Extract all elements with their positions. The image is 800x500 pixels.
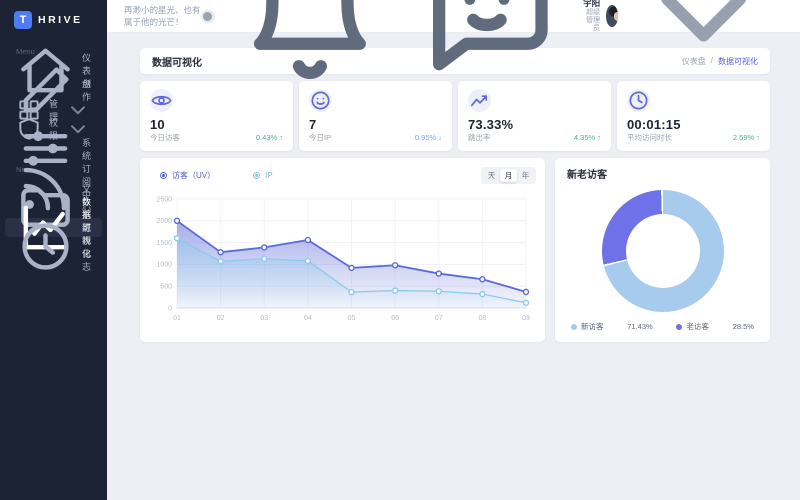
- header-motto: 再渺小的星光、也有属于他的光芒！: [124, 4, 201, 28]
- breadcrumb-parent[interactable]: 仪表盘: [682, 56, 706, 67]
- new-visitors-value: 71.43%: [627, 322, 652, 331]
- stat-label: 平均访问时长: [627, 132, 672, 143]
- user-name: 宇阳: [582, 0, 601, 9]
- svg-text:1000: 1000: [156, 262, 172, 269]
- stat-card-avg-duration: 00:01:15 平均访问时长 2.59% ↑: [617, 81, 770, 151]
- donut-legend: 新访客 71.43% 老访客 28.5%: [567, 321, 758, 335]
- donut-legend-label: 老访客: [686, 321, 709, 332]
- main-content: 数据可视化 仪表盘 / 数据可视化 10 今日访客 0.43% ↑: [107, 33, 800, 500]
- sidebar-item-changelog[interactable]: 更新日志: [5, 237, 102, 257]
- old-visitors-dot: [676, 324, 682, 330]
- breadcrumb-separator: /: [711, 56, 713, 67]
- chat-icon: [405, 0, 569, 100]
- toggle-knob: [203, 12, 212, 21]
- avatar: [606, 5, 618, 27]
- svg-text:04: 04: [304, 315, 312, 322]
- stat-label: 跳出率: [468, 132, 491, 143]
- stat-value: 7: [309, 117, 442, 132]
- sidebar-item-label: 更新日志: [82, 221, 91, 273]
- eye-icon: [150, 89, 173, 112]
- old-visitors-value: 28.5%: [733, 322, 754, 331]
- sidebar-item-label: 系统: [82, 136, 91, 162]
- sidebar: T HRIVE Menu 仪表盘 创作 管理 权限 系统 New: [0, 0, 107, 500]
- stat-value: 10: [150, 117, 283, 132]
- line-chart-legend: 访客（UV） IP: [149, 170, 273, 181]
- bell-icon: [228, 0, 392, 100]
- theme-toggle[interactable]: [201, 10, 215, 23]
- brand-name: HRIVE: [38, 14, 83, 26]
- stat-delta: 0.95% ↓: [415, 133, 442, 142]
- uv-legend-dot: [160, 172, 167, 179]
- legend-label: 访客（UV）: [172, 170, 215, 181]
- history-icon: [16, 217, 75, 276]
- charts-row: 访客（UV） IP 天 月 年 0 500: [140, 158, 770, 342]
- donut-legend-old-visitors[interactable]: 老访客: [676, 321, 709, 332]
- legend-label: IP: [265, 171, 273, 180]
- stat-value: 00:01:15: [627, 117, 760, 132]
- donut-hole: [626, 214, 700, 288]
- svg-text:03: 03: [260, 315, 268, 322]
- period-month-button[interactable]: 月: [500, 169, 517, 182]
- breadcrumb: 仪表盘 / 数据可视化: [682, 56, 758, 67]
- svg-text:01: 01: [173, 315, 181, 322]
- donut-legend-new-visitors[interactable]: 新访客: [571, 321, 604, 332]
- messages-button[interactable]: [405, 0, 569, 100]
- notifications-button[interactable]: [228, 0, 392, 100]
- stat-label: 今日访客: [150, 132, 180, 143]
- page-title: 数据可视化: [152, 54, 202, 69]
- visitor-type-donut-chart: [602, 190, 724, 312]
- ip-legend-dot: [253, 172, 260, 179]
- brand-logo[interactable]: T HRIVE: [0, 0, 107, 41]
- svg-text:2500: 2500: [156, 196, 172, 203]
- breadcrumb-current[interactable]: 数据可视化: [718, 56, 758, 67]
- svg-text:1500: 1500: [156, 240, 172, 247]
- app-window: T HRIVE Menu 仪表盘 创作 管理 权限 系统 New: [0, 0, 800, 500]
- legend-item-ip[interactable]: IP: [253, 170, 273, 181]
- visitors-chart-card: 访客（UV） IP 天 月 年 0 500: [140, 158, 545, 342]
- stat-delta: 0.43% ↑: [256, 133, 283, 142]
- svg-text:02: 02: [217, 315, 225, 322]
- svg-text:05: 05: [348, 315, 356, 322]
- sidebar-item-system[interactable]: 系统: [5, 139, 102, 159]
- uv-ip-line-chart: 0 500 1000 1500 2000 2500 01 02 03 04 05 06 07 08 09: [149, 189, 536, 336]
- stat-value: 73.33%: [468, 117, 601, 132]
- user-role: 超级管理员: [582, 9, 601, 34]
- visitor-type-card: 新老访客 新访客 71.43% 老: [555, 158, 770, 342]
- svg-text:06: 06: [391, 315, 399, 322]
- svg-text:08: 08: [478, 315, 486, 322]
- svg-text:2000: 2000: [156, 218, 172, 225]
- donut-chart-title: 新老访客: [567, 166, 758, 181]
- stat-delta: 4.35% ↑: [574, 133, 601, 142]
- stat-delta: 2.59% ↑: [733, 133, 760, 142]
- brand-logo-icon: T: [14, 11, 32, 29]
- svg-text:09: 09: [522, 315, 530, 322]
- svg-text:500: 500: [160, 284, 172, 291]
- donut-legend-label: 新访客: [581, 321, 604, 332]
- svg-text:07: 07: [435, 315, 443, 322]
- stat-label: 今日IP: [309, 132, 331, 143]
- svg-text:0: 0: [168, 305, 172, 312]
- period-year-button[interactable]: 年: [517, 169, 534, 182]
- clock-icon: [627, 89, 650, 112]
- legend-item-uv[interactable]: 访客（UV）: [160, 170, 215, 181]
- new-visitors-dot: [571, 324, 577, 330]
- period-day-button[interactable]: 天: [483, 169, 500, 182]
- topbar: 再渺小的星光、也有属于他的光芒！ 宇阳 超级管理员: [107, 0, 800, 33]
- period-switch: 天 月 年: [481, 167, 536, 184]
